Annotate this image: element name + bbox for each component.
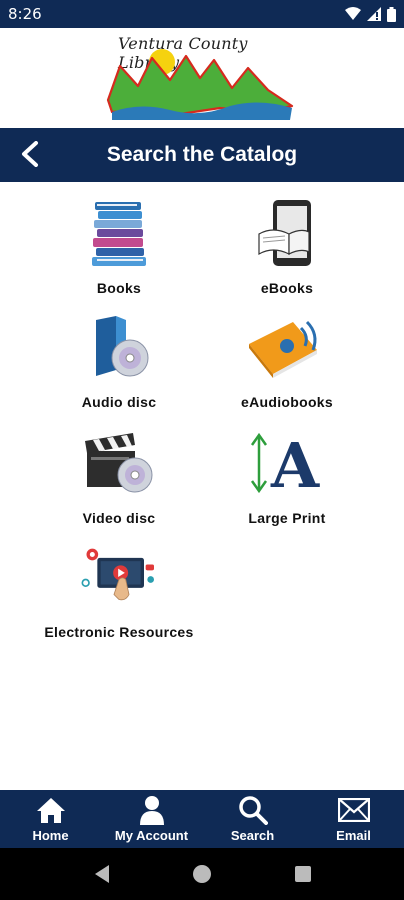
- nav-item-search[interactable]: Search: [202, 790, 303, 848]
- status-bar: 8:26: [0, 0, 404, 28]
- status-icons: [345, 6, 396, 22]
- title-bar: Search the Catalog: [0, 128, 404, 182]
- svg-text:A: A: [270, 431, 320, 495]
- audio-disc-icon: [79, 310, 159, 384]
- catalog-item-eaudiobooks[interactable]: eAudiobooks: [202, 310, 372, 418]
- triangle-back-icon: [95, 865, 109, 883]
- email-icon: [337, 795, 371, 825]
- nav-label: Home: [32, 828, 69, 843]
- catalog-item-large-print[interactable]: A Large Print: [202, 426, 372, 534]
- app-screen: 8:26 Ventura County Library Search the C…: [0, 0, 404, 900]
- large-print-icon: A: [247, 426, 327, 500]
- nav-label: My Account: [114, 828, 189, 843]
- catalog-item-label: Large Print: [248, 510, 326, 526]
- account-icon: [135, 795, 169, 825]
- catalog-item-video-disc[interactable]: Video disc: [34, 426, 204, 534]
- catalog-item-ebooks[interactable]: eBooks: [202, 196, 372, 304]
- catalog-item-label: Audio disc: [81, 394, 157, 410]
- system-home-button[interactable]: [190, 862, 214, 886]
- nav-label: Email: [336, 828, 371, 843]
- catalog-item-label: Books: [96, 280, 142, 296]
- books-icon: [79, 196, 159, 270]
- eaudiobook-icon: [247, 310, 327, 384]
- catalog-item-electronic-resources[interactable]: Electronic Resources: [34, 540, 204, 648]
- square-recents-icon: [295, 866, 311, 882]
- nav-item-home[interactable]: Home: [0, 790, 101, 848]
- system-back-button[interactable]: [90, 862, 114, 886]
- video-disc-icon: [79, 426, 159, 500]
- catalog-item-label: Video disc: [82, 510, 156, 526]
- search-icon: [236, 795, 270, 825]
- system-nav-bar: [0, 848, 404, 900]
- page-title: Search the Catalog: [106, 143, 298, 166]
- wifi-icon: [345, 7, 361, 20]
- status-time: 8:26: [8, 5, 42, 23]
- logo-mountains-graphic: [106, 49, 294, 120]
- home-icon: [34, 795, 68, 825]
- catalog-item-books[interactable]: Books: [34, 196, 204, 304]
- catalog-item-audio-disc[interactable]: Audio disc: [34, 310, 204, 418]
- electronic-resources-icon: [79, 540, 159, 614]
- bottom-nav: Home My Account Search Email: [0, 790, 404, 848]
- catalog-item-label: Electronic Resources: [44, 624, 194, 640]
- circle-home-icon: [193, 865, 211, 883]
- system-recents-button[interactable]: [291, 862, 315, 886]
- nav-label: Search: [230, 828, 275, 843]
- catalog-item-label: eAudiobooks: [241, 394, 333, 410]
- library-logo: Ventura County Library: [0, 28, 404, 126]
- catalog-item-label: eBooks: [260, 280, 314, 296]
- ebook-reader-icon: [247, 196, 327, 270]
- nav-item-email[interactable]: Email: [303, 790, 404, 848]
- nav-item-my-account[interactable]: My Account: [101, 790, 202, 848]
- signal-icon: [367, 7, 381, 21]
- battery-icon: [387, 6, 396, 22]
